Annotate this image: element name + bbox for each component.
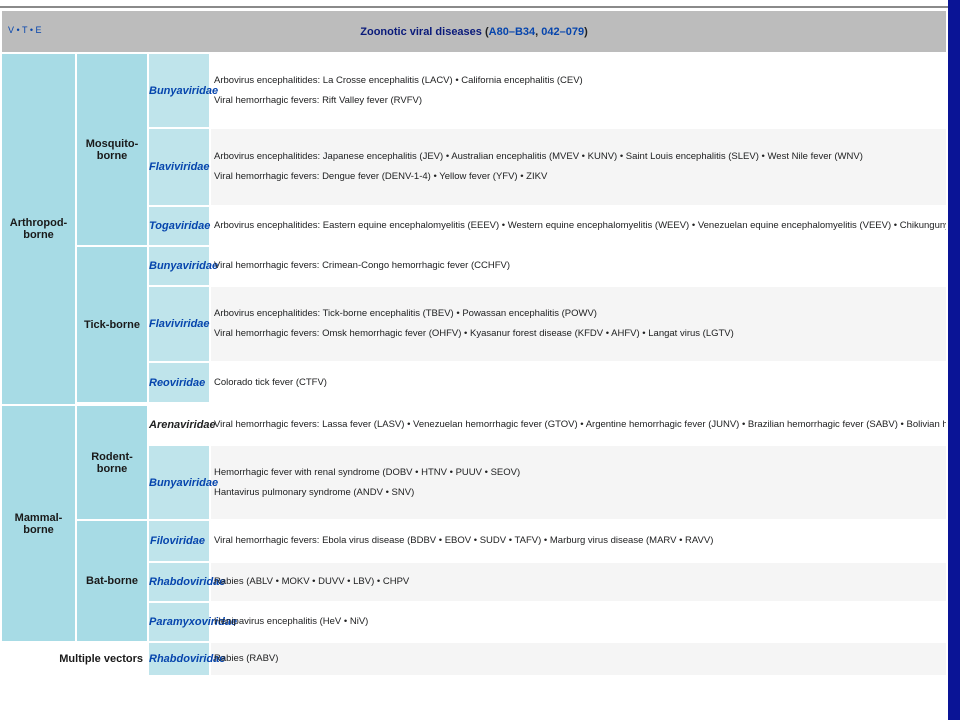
navbox-table: V • T • E Zoonotic viral diseases (A80–B… bbox=[0, 9, 948, 677]
group-arthropod-borne[interactable]: Arthropod-borne bbox=[2, 54, 75, 404]
list-rodent-arenaviridae: Viral hemorrhagic fevers: Lassa fever (L… bbox=[211, 406, 946, 444]
list-bat-filoviridae: Viral hemorrhagic fevers: Ebola virus di… bbox=[211, 521, 946, 561]
list-line[interactable]: Viral hemorrhagic fevers: Omsk hemorrhag… bbox=[214, 324, 946, 344]
family-rhabdoviridae-bat[interactable]: Rhabdoviridae bbox=[149, 563, 225, 601]
navbox: V • T • E Zoonotic viral diseases (A80–B… bbox=[0, 9, 948, 677]
vte-links[interactable]: V • T • E bbox=[8, 25, 41, 35]
list-line[interactable]: Arbovirus encephalitides: Eastern equine… bbox=[214, 216, 946, 236]
list-line[interactable]: Arbovirus encephalitides: La Crosse ence… bbox=[214, 71, 946, 91]
codes-close: ) bbox=[584, 25, 588, 38]
subgroup-rodent-borne[interactable]: Rodent-borne bbox=[77, 406, 147, 519]
list-line[interactable]: Hemorrhagic fever with renal syndrome (D… bbox=[214, 463, 946, 483]
group-multiple-vectors[interactable]: Multiple vectors bbox=[2, 643, 147, 675]
list-line[interactable]: Arbovirus encephalitides: Japanese encep… bbox=[214, 147, 946, 167]
slide-edge-bar bbox=[948, 0, 960, 720]
list-rodent-bunyaviridae: Hemorrhagic fever with renal syndrome (D… bbox=[211, 446, 946, 519]
family-flaviviridae-tick[interactable]: Flaviviridae bbox=[149, 287, 210, 361]
list-line[interactable]: Viral hemorrhagic fevers: Dengue fever (… bbox=[214, 167, 946, 187]
icd10-code-link[interactable]: A80–B34 bbox=[489, 26, 535, 38]
family-bunyaviridae-tick[interactable]: Bunyaviridae bbox=[149, 247, 218, 285]
icd9-code-link[interactable]: 042–079 bbox=[541, 26, 584, 38]
codes-open: ( bbox=[481, 25, 489, 38]
list-line[interactable]: Viral hemorrhagic fevers: Ebola virus di… bbox=[214, 531, 946, 551]
list-line[interactable]: Henipavirus encephalitis (HeV • NiV) bbox=[214, 612, 946, 632]
family-paramyxoviridae[interactable]: Paramyxoviridae bbox=[149, 603, 237, 641]
navbox-title-bar: V • T • E Zoonotic viral diseases (A80–B… bbox=[2, 11, 946, 52]
family-filoviridae[interactable]: Filoviridae bbox=[149, 521, 209, 561]
family-rhabdoviridae-multiple[interactable]: Rhabdoviridae bbox=[149, 643, 225, 675]
list-multiple-rhabdoviridae: Rabies (RABV) bbox=[211, 643, 946, 675]
list-line[interactable]: Viral hemorrhagic fevers: Rift Valley fe… bbox=[214, 91, 946, 111]
navbox-title[interactable]: Zoonotic viral diseases bbox=[360, 26, 482, 38]
family-flaviviridae-mosquito[interactable]: Flaviviridae bbox=[149, 129, 210, 205]
family-bunyaviridae-mosquito[interactable]: Bunyaviridae bbox=[149, 54, 218, 127]
top-border bbox=[0, 0, 948, 8]
list-mosquito-togaviridae: Arbovirus encephalitides: Eastern equine… bbox=[211, 207, 946, 245]
subgroup-bat-borne[interactable]: Bat-borne bbox=[77, 521, 147, 641]
list-line[interactable]: Rabies (ABLV • MOKV • DUVV • LBV) • CHPV bbox=[214, 572, 946, 592]
list-line[interactable]: Colorado tick fever (CTFV) bbox=[214, 373, 946, 393]
list-tick-flaviviridae: Arbovirus encephalitides: Tick-borne enc… bbox=[211, 287, 946, 361]
list-tick-reoviridae: Colorado tick fever (CTFV) bbox=[211, 363, 946, 402]
list-mosquito-flaviviridae: Arbovirus encephalitides: Japanese encep… bbox=[211, 129, 946, 205]
subgroup-mosquito-borne[interactable]: Mosquito-borne bbox=[77, 54, 147, 245]
family-arenaviridae[interactable]: Arenaviridae bbox=[149, 406, 216, 444]
list-tick-bunyaviridae: Viral hemorrhagic fevers: Crimean-Congo … bbox=[211, 247, 946, 285]
list-mosquito-bunyaviridae: Arbovirus encephalitides: La Crosse ence… bbox=[211, 54, 946, 127]
list-line[interactable]: Viral hemorrhagic fevers: Lassa fever (L… bbox=[214, 415, 946, 435]
family-togaviridae[interactable]: Togaviridae bbox=[149, 207, 210, 245]
list-line[interactable]: Viral hemorrhagic fevers: Crimean-Congo … bbox=[214, 256, 946, 276]
subgroup-tick-borne[interactable]: Tick-borne bbox=[77, 247, 147, 402]
list-line[interactable]: Arbovirus encephalitides: Tick-borne enc… bbox=[214, 304, 946, 324]
list-bat-paramyxoviridae: Henipavirus encephalitis (HeV • NiV) bbox=[211, 603, 946, 641]
list-line[interactable]: Hantavirus pulmonary syndrome (ANDV • SN… bbox=[214, 483, 946, 503]
family-bunyaviridae-rodent[interactable]: Bunyaviridae bbox=[149, 446, 218, 519]
list-bat-rhabdoviridae: Rabies (ABLV • MOKV • DUVV • LBV) • CHPV bbox=[211, 563, 946, 601]
group-mammal-borne[interactable]: Mammal-borne bbox=[2, 406, 75, 641]
family-arenaviridae-label[interactable]: Arenaviridae bbox=[149, 419, 216, 431]
list-line[interactable]: Rabies (RABV) bbox=[214, 649, 946, 669]
family-reoviridae[interactable]: Reoviridae bbox=[149, 363, 209, 402]
